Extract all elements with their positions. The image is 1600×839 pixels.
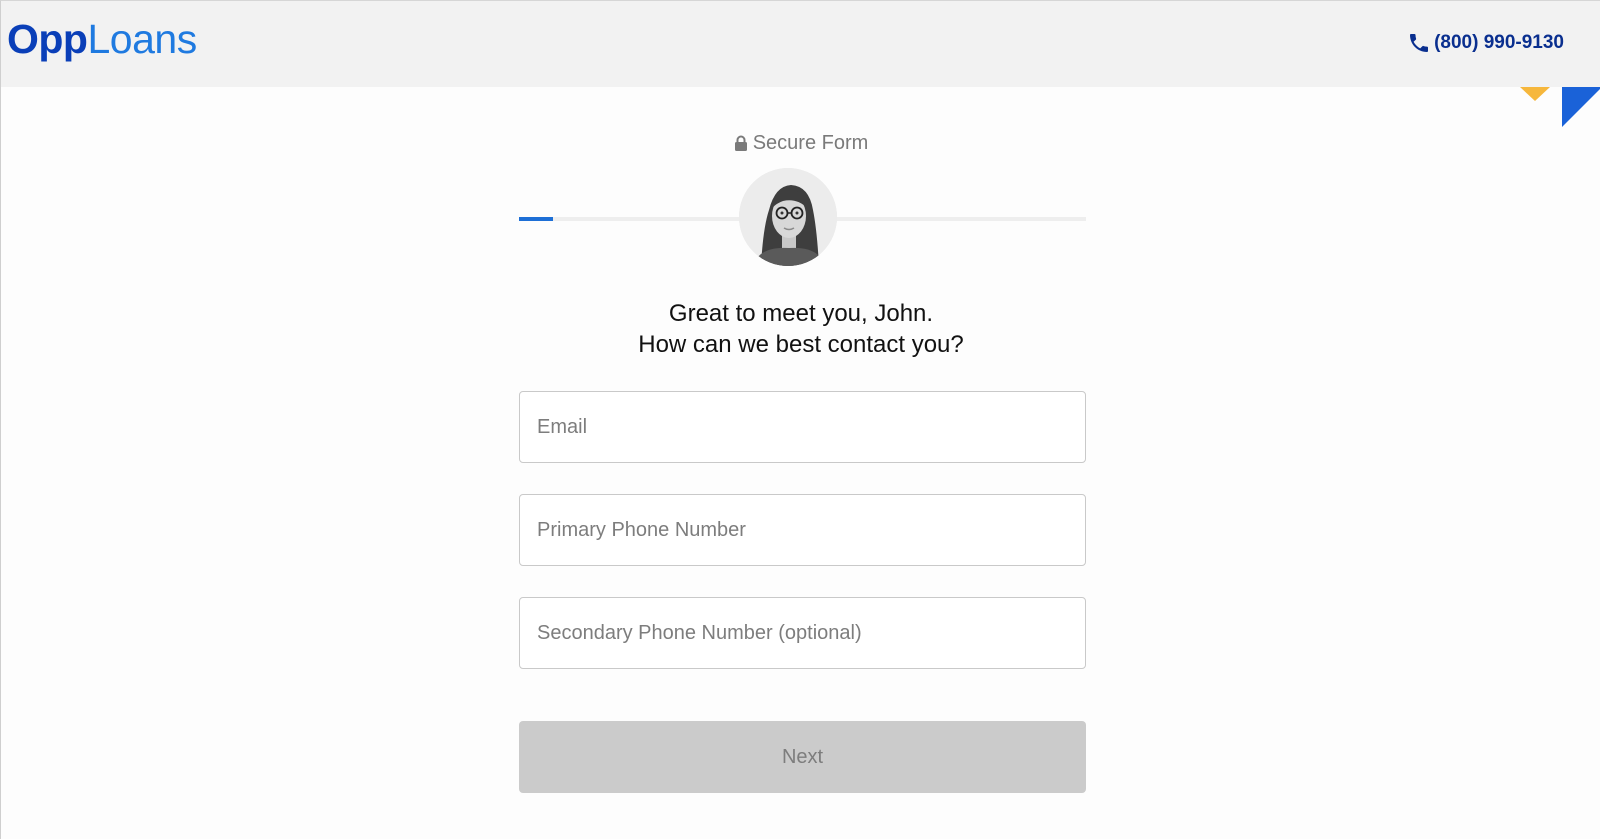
primary-phone-field[interactable] xyxy=(519,494,1086,566)
opploans-logo[interactable]: OppLoans xyxy=(7,15,197,63)
phone-link[interactable]: (800) 990-9130 xyxy=(1407,31,1564,55)
secure-form-text: Secure Form xyxy=(752,132,869,154)
decorative-yellow-triangle xyxy=(1520,87,1550,101)
phone-number: (800) 990-9130 xyxy=(1434,32,1564,53)
agent-portrait xyxy=(739,168,837,266)
logo-loans: Loans xyxy=(87,16,197,62)
secondary-phone-field[interactable] xyxy=(519,597,1086,669)
secondary-phone-input[interactable] xyxy=(520,598,1085,668)
email-input[interactable] xyxy=(520,392,1085,462)
phone-icon xyxy=(1410,34,1429,52)
agent-avatar xyxy=(739,168,837,266)
form-heading: Great to meet you, John. How can we best… xyxy=(1,298,1600,360)
progress-bar-fill xyxy=(519,217,554,221)
primary-phone-input[interactable] xyxy=(520,495,1085,565)
lock-icon xyxy=(734,135,747,151)
greeting-line-2: How can we best contact you? xyxy=(638,331,964,358)
secure-form-label: Secure Form xyxy=(1,131,1600,155)
email-field[interactable] xyxy=(519,391,1086,463)
decorative-blue-triangle xyxy=(1562,87,1600,127)
logo-opp: Opp xyxy=(7,16,88,62)
header: OppLoans (800) 990-9130 xyxy=(1,1,1600,87)
next-button[interactable]: Next xyxy=(519,721,1086,793)
page: OppLoans (800) 990-9130 Secure Form Grea… xyxy=(0,0,1600,839)
greeting-line-1: Great to meet you, John. xyxy=(668,300,934,327)
